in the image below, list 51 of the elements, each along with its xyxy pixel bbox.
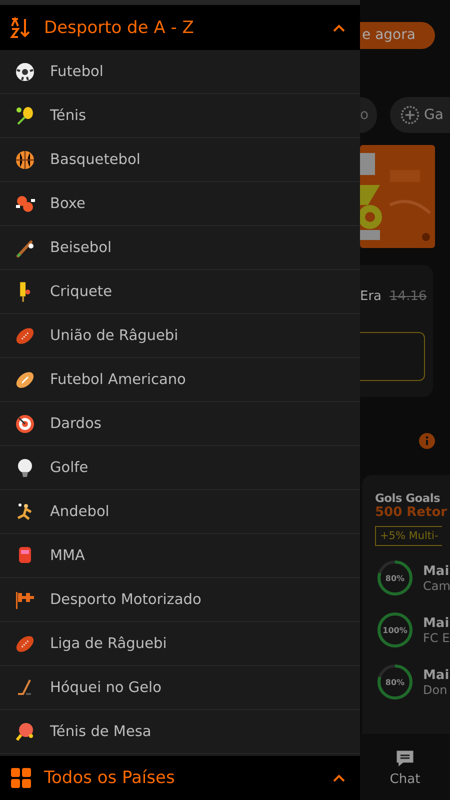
sport-item[interactable]: Ténis [0,94,360,138]
pick-subtitle: FC E [423,630,450,644]
sport-item[interactable]: Boxe [0,182,360,226]
percent-label: 100% [382,626,408,634]
cricket-bat-icon [19,280,31,302]
sport-item[interactable]: Hóquei no Gelo [0,666,360,710]
section-title: Todos os Países [44,768,176,788]
pick-subtitle: Cam [423,578,450,592]
progress-ring [375,558,415,598]
sport-item[interactable]: Desporto Motorizado [0,578,360,622]
filter-chip[interactable]: Ga [390,97,450,133]
tennis-racket-icon [14,104,36,126]
sport-item[interactable]: Beisebol [0,226,360,270]
paddle-icon [14,720,36,742]
chat-tab[interactable]: Chat [360,734,450,800]
section-title: Desporto de A - Z [44,18,195,38]
sport-item[interactable]: MMA [0,534,360,578]
grid-icon [10,767,32,789]
odds-card[interactable]: Era 14.16 [360,265,433,397]
sport-item[interactable]: União de Râguebi [0,314,360,358]
sport-item[interactable]: Criquete [0,270,360,314]
sport-item[interactable]: Liga de Râguebi [0,622,360,666]
sport-item[interactable]: Andebol [0,490,360,534]
sport-item[interactable]: Ténis de Mesa [0,710,360,754]
old-odds: 14.16 [390,289,427,304]
sport-item[interactable]: Golfe [0,446,360,490]
plus-icon [400,105,420,125]
pick-title: Mai [423,616,450,630]
pick-title: Mai [423,668,450,682]
sport-item[interactable]: Futebol [0,50,360,94]
bet-subtitle: 500 Retor [375,505,448,520]
pick-subtitle: Don [423,682,448,696]
percent-label: 80% [385,678,405,686]
chevron-up-icon[interactable] [332,22,346,32]
selection-label: Era [360,289,382,304]
percent-label: 80% [385,574,405,582]
chevron-up-icon[interactable] [332,773,346,783]
info-icon[interactable] [419,433,435,449]
basketball-icon [14,148,36,170]
bet-title: Gols Goals [375,491,440,505]
sort-icon [10,16,32,38]
sport-item[interactable]: Basquetebol [0,138,360,182]
sport-item[interactable]: Dardos [0,402,360,446]
sport-item[interactable]: Futebol Americano [0,358,360,402]
dartboard-icon [14,412,36,434]
progress-ring [375,662,415,702]
progress-ring [375,610,415,650]
pick-title: Mai [423,564,450,578]
soccer-ball-icon [14,60,36,82]
odds-button[interactable] [360,332,425,381]
boost-tag: +5% Multi- [375,526,442,546]
